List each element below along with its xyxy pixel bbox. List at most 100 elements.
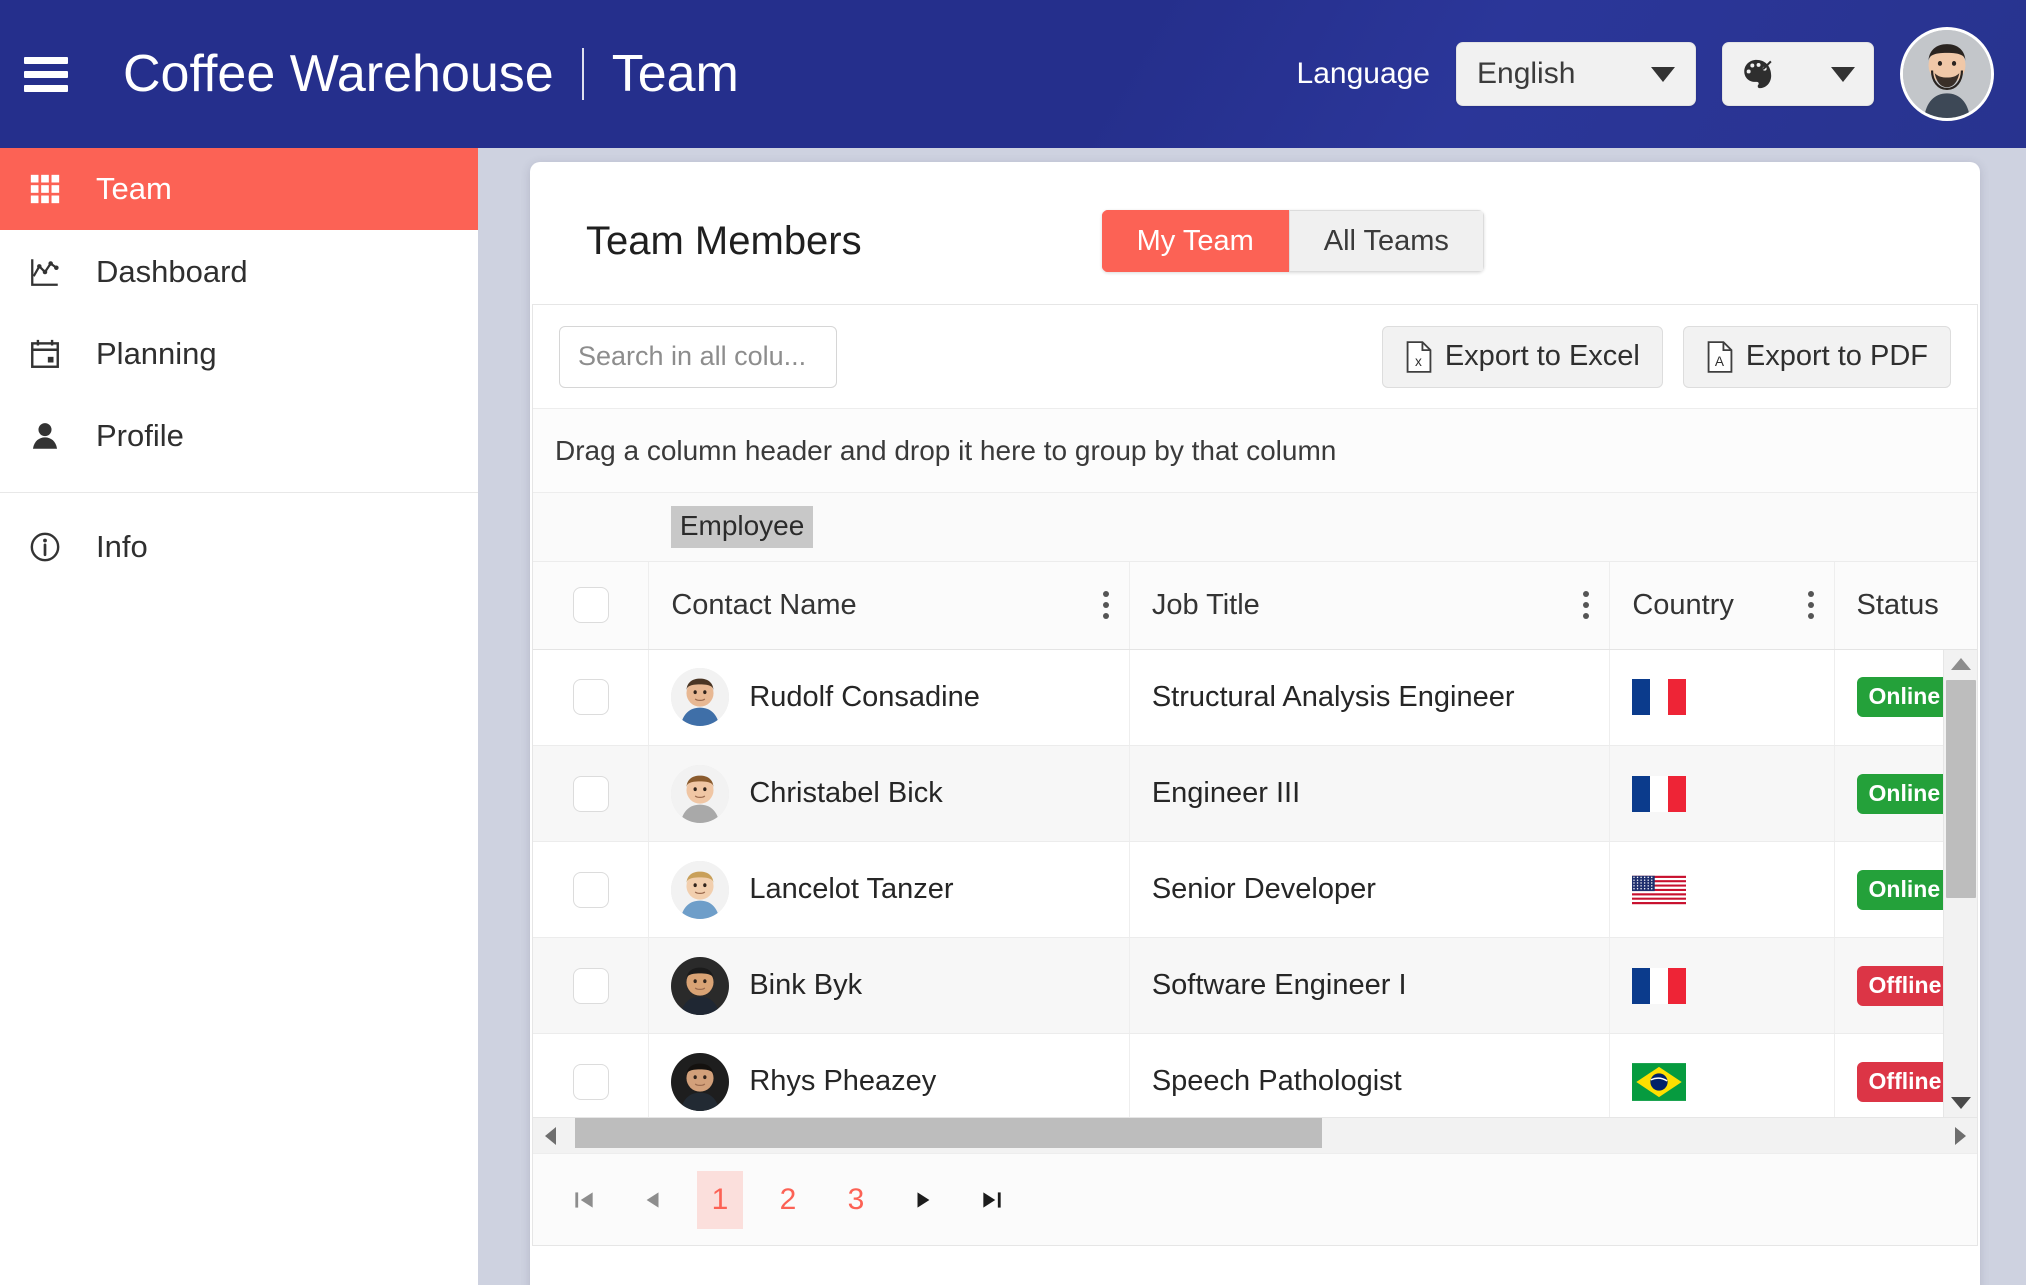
row-checkbox[interactable] [572,871,609,908]
horizontal-scroll-track[interactable] [563,1117,1947,1154]
chevron-up-icon [1950,657,1971,670]
job-title-text: Software Engineer I [1151,969,1407,1001]
sidebar-item-label: Dashboard [96,254,248,289]
contact-name-text: Rudolf Consadine [749,680,980,713]
sidebar-item-profile[interactable]: Profile [0,396,478,476]
avatar [671,1052,730,1111]
cell-contact-name: Christabel Bick [648,745,1130,842]
page-prev-button[interactable] [629,1171,675,1229]
contact-name-text: Lancelot Tanzer [749,873,954,905]
table-row[interactable]: Lancelot Tanzer Senior Developer Online [533,841,1977,938]
flag-usa-icon [1632,875,1687,904]
prev-page-icon [646,1191,659,1208]
cell-job-title: Senior Developer [1129,841,1611,938]
status-badge: Online [1856,677,1953,718]
job-title-text: Senior Developer [1151,873,1376,905]
member-avatar [671,860,730,919]
search-input[interactable] [559,325,837,388]
column-header-label: Contact Name [671,588,857,621]
svg-text:A: A [1715,354,1725,369]
export-pdf-label: Export to PDF [1745,340,1928,372]
select-all-checkbox[interactable] [572,587,609,623]
next-page-icon [917,1191,930,1208]
horizontal-scrollbar[interactable] [533,1117,1977,1153]
column-header-contact-name[interactable]: Contact Name [648,561,1130,650]
page-button-2[interactable]: 2 [765,1171,811,1229]
grid-header-table: Employee Contact Name Job Title Country … [533,493,1977,650]
export-pdf-button[interactable]: A Export to PDF [1682,325,1951,388]
member-avatar [671,668,730,727]
scroll-down-button[interactable] [1944,1089,1977,1117]
member-avatar [671,764,730,823]
row-select-cell [533,649,650,746]
title-divider [581,48,584,100]
row-checkbox[interactable] [572,679,609,716]
page-button-1[interactable]: 1 [697,1170,743,1229]
group-panel[interactable]: Drag a column header and drop it here to… [533,409,1977,493]
chart-icon [28,255,74,289]
theme-select[interactable] [1722,42,1874,106]
sidebar-item-info[interactable]: Info [0,507,478,587]
table-row[interactable]: Rhys Pheazey Speech Pathologist Offline [533,1033,1977,1117]
chevron-down-icon [1950,1097,1971,1109]
cell-job-title: Speech Pathologist [1129,1033,1611,1117]
scroll-right-button[interactable] [1947,1126,1973,1145]
table-row[interactable]: Christabel Bick Engineer III Online [533,745,1977,842]
export-excel-button[interactable]: x Export to Excel [1381,325,1663,388]
column-menu-icon[interactable] [1807,591,1814,619]
grid-table-area: Employee Contact Name Job Title Country … [533,493,1977,1153]
row-select-cell [533,1033,650,1117]
vertical-scrollbar[interactable] [1943,649,1977,1117]
job-title-text: Engineer III [1151,777,1301,809]
tab-my-team[interactable]: My Team [1101,210,1289,272]
vertical-scroll-thumb[interactable] [1945,679,1976,898]
page-last-button[interactable] [969,1171,1015,1229]
first-page-icon [575,1191,593,1208]
status-badge: Online [1856,869,1953,910]
page-title: Team [611,45,739,103]
horizontal-scroll-thumb[interactable] [575,1117,1323,1148]
column-header-label: Status [1856,588,1939,621]
column-header-status[interactable]: Status [1834,561,1977,650]
page-next-button[interactable] [901,1171,947,1229]
scroll-up-button[interactable] [1944,650,1977,678]
brand-name: Coffee Warehouse [123,45,554,103]
column-header-label: Country [1632,588,1734,621]
cell-job-title: Structural Analysis Engineer [1129,649,1611,746]
data-grid: x Export to Excel A Export to PDF Drag a… [532,304,1978,1246]
row-checkbox[interactable] [572,775,609,812]
sidebar-item-planning[interactable]: Planning [0,314,478,394]
row-checkbox[interactable] [572,967,609,1004]
select-all-cell [533,561,650,650]
language-select[interactable]: English [1456,42,1696,106]
hamburger-bar [24,84,68,92]
calendar-icon [28,337,74,371]
language-label: Language [1296,57,1430,90]
tab-all-teams[interactable]: All Teams [1288,210,1484,272]
chevron-down-icon [1651,66,1675,82]
scroll-left-button[interactable] [537,1126,563,1145]
table-row[interactable]: Bink Byk Software Engineer I Offline [533,937,1977,1034]
sidebar-item-dashboard[interactable]: Dashboard [0,232,478,312]
column-menu-icon[interactable] [1583,591,1590,619]
grid-toolbar: x Export to Excel A Export to PDF [533,305,1977,409]
sidebar-item-team[interactable]: Team [0,148,478,230]
column-menu-icon[interactable] [1102,591,1109,619]
band-employee[interactable]: Employee [648,493,1977,562]
table-row[interactable]: Rudolf Consadine Structural Analysis Engi… [533,649,1977,746]
excel-file-icon: x [1406,340,1432,373]
cell-country [1609,745,1835,842]
page-button-3[interactable]: 3 [833,1171,879,1229]
team-scope-toggle: My Team All Teams [1101,210,1484,272]
grid-body-table: Rudolf Consadine Structural Analysis Engi… [533,649,1977,1117]
cell-country [1609,841,1835,938]
page-first-button[interactable] [561,1171,607,1229]
column-header-job-title[interactable]: Job Title [1129,561,1611,650]
column-header-country[interactable]: Country [1609,561,1835,650]
avatar[interactable] [1900,27,1994,121]
column-header-label: Job Title [1151,588,1260,621]
status-badge: Online [1856,773,1953,814]
hamburger-icon[interactable] [24,56,68,92]
pdf-file-icon: A [1707,340,1733,373]
row-checkbox[interactable] [572,1063,609,1100]
